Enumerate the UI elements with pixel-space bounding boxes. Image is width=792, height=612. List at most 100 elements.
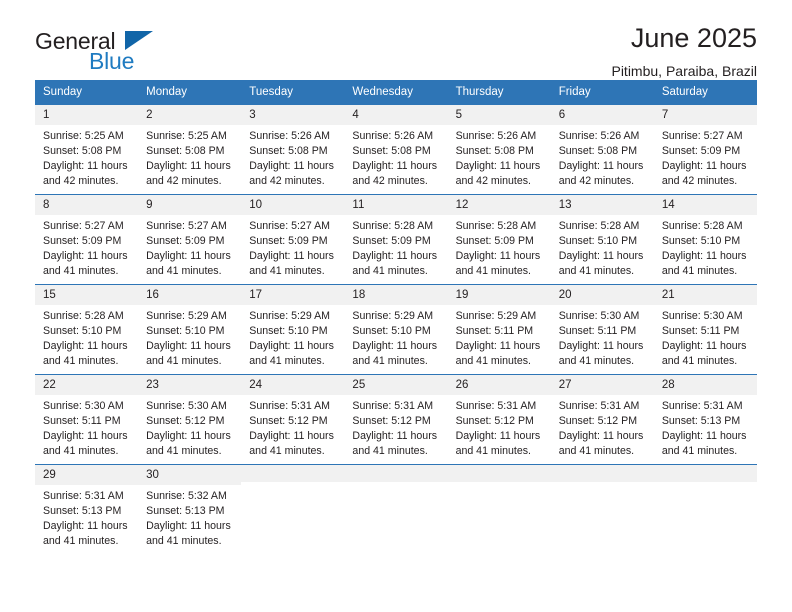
- daylight-duration-line1: Daylight: 11 hours: [249, 340, 334, 353]
- daylight-duration-line1: Daylight: 11 hours: [558, 430, 644, 443]
- calendar-day-cell[interactable]: 6 Sunrise: 5:26 AM Sunset: 5:08 PM Daylight…: [550, 104, 654, 195]
- daylight-duration-line1: Daylight: 11 hours: [661, 340, 747, 353]
- sunrise-time: Sunrise: 5:28 AM: [352, 220, 434, 233]
- day-details: Sunrise: 5:27 AM Sunset: 5:09 PM Daylight:…: [35, 215, 138, 279]
- sunset-time: Sunset: 5:11 PM: [558, 325, 637, 338]
- day-number: [653, 465, 757, 482]
- sunset-time: Sunset: 5:10 PM: [146, 325, 225, 338]
- sunrise-time: Sunrise: 5:25 AM: [146, 130, 227, 143]
- sunset-time: Sunset: 5:13 PM: [661, 415, 741, 428]
- calendar-day-cell[interactable]: 19 Sunrise: 5:29 AM Sunset: 5:11 PM Dayligh…: [447, 284, 551, 375]
- day-details: Sunrise: 5:31 AM Sunset: 5:12 PM Daylight:…: [241, 395, 344, 459]
- title-block: June 2025 Pitimbu, Paraiba, Brazil: [611, 22, 757, 78]
- calendar-day-cell[interactable]: 15 Sunrise: 5:28 AM Sunset: 5:10 PM Dayligh…: [35, 284, 139, 375]
- day-details: Sunrise: 5:29 AM Sunset: 5:10 PM Daylight:…: [138, 305, 241, 369]
- calendar-day-cell[interactable]: 27 Sunrise: 5:31 AM Sunset: 5:12 PM Dayligh…: [550, 374, 654, 465]
- sunrise-time: Sunrise: 5:27 AM: [146, 220, 227, 233]
- weekday-header-friday: Friday: [550, 80, 654, 105]
- daylight-duration-line2: and 41 minutes.: [146, 265, 222, 278]
- calendar-day-cell[interactable]: 20 Sunrise: 5:30 AM Sunset: 5:11 PM Dayligh…: [550, 284, 654, 375]
- calendar-day-cell[interactable]: 13 Sunrise: 5:28 AM Sunset: 5:10 PM Dayligh…: [550, 194, 654, 285]
- calendar-day-cell[interactable]: 29 Sunrise: 5:31 AM Sunset: 5:13 PM Dayligh…: [35, 464, 139, 555]
- sunrise-time: Sunrise: 5:28 AM: [661, 220, 743, 233]
- day-details: Sunrise: 5:28 AM Sunset: 5:10 PM Daylight:…: [654, 215, 757, 279]
- calendar-day-cell-empty: [550, 464, 654, 555]
- calendar-day-cell[interactable]: 10 Sunrise: 5:27 AM Sunset: 5:09 PM Dayligh…: [241, 194, 345, 285]
- daylight-duration-line2: and 41 minutes.: [43, 535, 119, 548]
- day-details: Sunrise: 5:28 AM Sunset: 5:10 PM Daylight:…: [551, 215, 654, 279]
- daylight-duration-line1: Daylight: 11 hours: [352, 160, 438, 173]
- day-number: 18: [344, 285, 448, 306]
- day-details: Sunrise: 5:29 AM Sunset: 5:10 PM Daylight:…: [241, 305, 344, 369]
- daylight-duration-line2: and 41 minutes.: [43, 355, 119, 368]
- sunrise-time: Sunrise: 5:29 AM: [249, 310, 330, 323]
- calendar-day-cell[interactable]: 7 Sunrise: 5:27 AM Sunset: 5:09 PM Daylight…: [653, 104, 757, 195]
- calendar-day-cell[interactable]: 18 Sunrise: 5:29 AM Sunset: 5:10 PM Dayligh…: [344, 284, 448, 375]
- sunrise-sunset-calendar: Sunday Monday Tuesday Wednesday Thursday Frid…: [35, 80, 757, 555]
- sunrise-time: Sunrise: 5:30 AM: [661, 310, 743, 323]
- daylight-duration-line1: Daylight: 11 hours: [661, 160, 747, 173]
- calendar-day-cell[interactable]: 11 Sunrise: 5:28 AM Sunset: 5:09 PM Dayligh…: [344, 194, 448, 285]
- sunrise-time: Sunrise: 5:32 AM: [146, 490, 227, 503]
- sunset-time: Sunset: 5:10 PM: [661, 235, 741, 248]
- calendar-day-cell[interactable]: 17 Sunrise: 5:29 AM Sunset: 5:10 PM Dayligh…: [241, 284, 345, 375]
- day-number: [241, 465, 345, 482]
- calendar-day-cell[interactable]: 28 Sunrise: 5:31 AM Sunset: 5:13 PM Dayligh…: [653, 374, 757, 465]
- calendar-day-cell[interactable]: 25 Sunrise: 5:31 AM Sunset: 5:12 PM Dayligh…: [344, 374, 448, 465]
- day-number: 15: [35, 285, 139, 306]
- day-details: Sunrise: 5:27 AM Sunset: 5:09 PM Daylight:…: [241, 215, 344, 279]
- day-number: 2: [138, 105, 242, 126]
- calendar-day-cell[interactable]: 16 Sunrise: 5:29 AM Sunset: 5:10 PM Dayligh…: [138, 284, 242, 375]
- calendar-week-row: 8 Sunrise: 5:27 AM Sunset: 5:09 PM Daylight…: [35, 194, 757, 285]
- sunset-time: Sunset: 5:08 PM: [249, 145, 328, 158]
- sunset-time: Sunset: 5:09 PM: [352, 235, 431, 248]
- sunrise-time: Sunrise: 5:31 AM: [249, 400, 330, 413]
- daylight-duration-line2: and 42 minutes.: [43, 175, 119, 188]
- calendar-day-cell[interactable]: 21 Sunrise: 5:30 AM Sunset: 5:11 PM Dayligh…: [653, 284, 757, 375]
- calendar-day-cell[interactable]: 22 Sunrise: 5:30 AM Sunset: 5:11 PM Dayligh…: [35, 374, 139, 465]
- calendar-day-cell[interactable]: 23 Sunrise: 5:30 AM Sunset: 5:12 PM Dayligh…: [138, 374, 242, 465]
- daylight-duration-line2: and 42 minutes.: [352, 175, 428, 188]
- sunrise-time: Sunrise: 5:30 AM: [43, 400, 124, 413]
- daylight-duration-line1: Daylight: 11 hours: [43, 160, 128, 173]
- calendar-day-cell[interactable]: 2 Sunrise: 5:25 AM Sunset: 5:08 PM Daylight…: [138, 104, 242, 195]
- daylight-duration-line2: and 41 minutes.: [43, 265, 119, 278]
- sunset-time: Sunset: 5:12 PM: [558, 415, 638, 428]
- calendar-day-cell[interactable]: 12 Sunrise: 5:28 AM Sunset: 5:09 PM Dayligh…: [447, 194, 551, 285]
- daylight-duration-line1: Daylight: 11 hours: [249, 430, 334, 443]
- calendar-day-cell[interactable]: 24 Sunrise: 5:31 AM Sunset: 5:12 PM Dayligh…: [241, 374, 345, 465]
- sunset-time: Sunset: 5:08 PM: [43, 145, 122, 158]
- calendar-day-cell[interactable]: 9 Sunrise: 5:27 AM Sunset: 5:09 PM Daylight…: [138, 194, 242, 285]
- sunset-time: Sunset: 5:12 PM: [146, 415, 225, 428]
- daylight-duration-line1: Daylight: 11 hours: [146, 160, 231, 173]
- calendar-day-cell[interactable]: 8 Sunrise: 5:27 AM Sunset: 5:09 PM Daylight…: [35, 194, 139, 285]
- daylight-duration-line2: and 41 minutes.: [249, 355, 325, 368]
- day-number: 5: [447, 105, 551, 126]
- daylight-duration-line1: Daylight: 11 hours: [43, 250, 128, 263]
- daylight-duration-line1: Daylight: 11 hours: [352, 430, 438, 443]
- calendar-day-cell[interactable]: 30 Sunrise: 5:32 AM Sunset: 5:13 PM Dayligh…: [138, 464, 242, 555]
- day-number: 7: [653, 105, 757, 126]
- day-number: 30: [138, 465, 242, 486]
- calendar-day-cell[interactable]: 4 Sunrise: 5:26 AM Sunset: 5:08 PM Daylight…: [344, 104, 448, 195]
- daylight-duration-line2: and 41 minutes.: [661, 445, 738, 458]
- day-number: 26: [447, 375, 551, 396]
- daylight-duration-line2: and 41 minutes.: [558, 355, 635, 368]
- calendar-week-row: 15 Sunrise: 5:28 AM Sunset: 5:10 PM Dayligh…: [35, 284, 757, 375]
- daylight-duration-line2: and 41 minutes.: [558, 265, 635, 278]
- calendar-day-cell[interactable]: 5 Sunrise: 5:26 AM Sunset: 5:08 PM Daylight…: [447, 104, 551, 195]
- day-details: Sunrise: 5:26 AM Sunset: 5:08 PM Daylight:…: [551, 125, 654, 189]
- calendar-day-cell[interactable]: 1 Sunrise: 5:25 AM Sunset: 5:08 PM Daylight…: [35, 104, 139, 195]
- calendar-day-cell[interactable]: 14 Sunrise: 5:28 AM Sunset: 5:10 PM Dayligh…: [653, 194, 757, 285]
- day-details: Sunrise: 5:29 AM Sunset: 5:11 PM Daylight:…: [448, 305, 551, 369]
- day-details: Sunrise: 5:31 AM Sunset: 5:12 PM Daylight:…: [344, 395, 447, 459]
- brand-logo[interactable]: General Blue: [35, 22, 155, 74]
- sunrise-time: Sunrise: 5:31 AM: [558, 400, 640, 413]
- daylight-duration-line2: and 42 minutes.: [661, 175, 738, 188]
- sunset-time: Sunset: 5:11 PM: [661, 325, 740, 338]
- day-number: 21: [653, 285, 757, 306]
- calendar-day-cell[interactable]: 3 Sunrise: 5:26 AM Sunset: 5:08 PM Daylight…: [241, 104, 345, 195]
- daylight-duration-line1: Daylight: 11 hours: [352, 250, 438, 263]
- calendar-body: 1 Sunrise: 5:25 AM Sunset: 5:08 PM Daylight…: [35, 104, 757, 555]
- calendar-day-cell[interactable]: 26 Sunrise: 5:31 AM Sunset: 5:12 PM Dayligh…: [447, 374, 551, 465]
